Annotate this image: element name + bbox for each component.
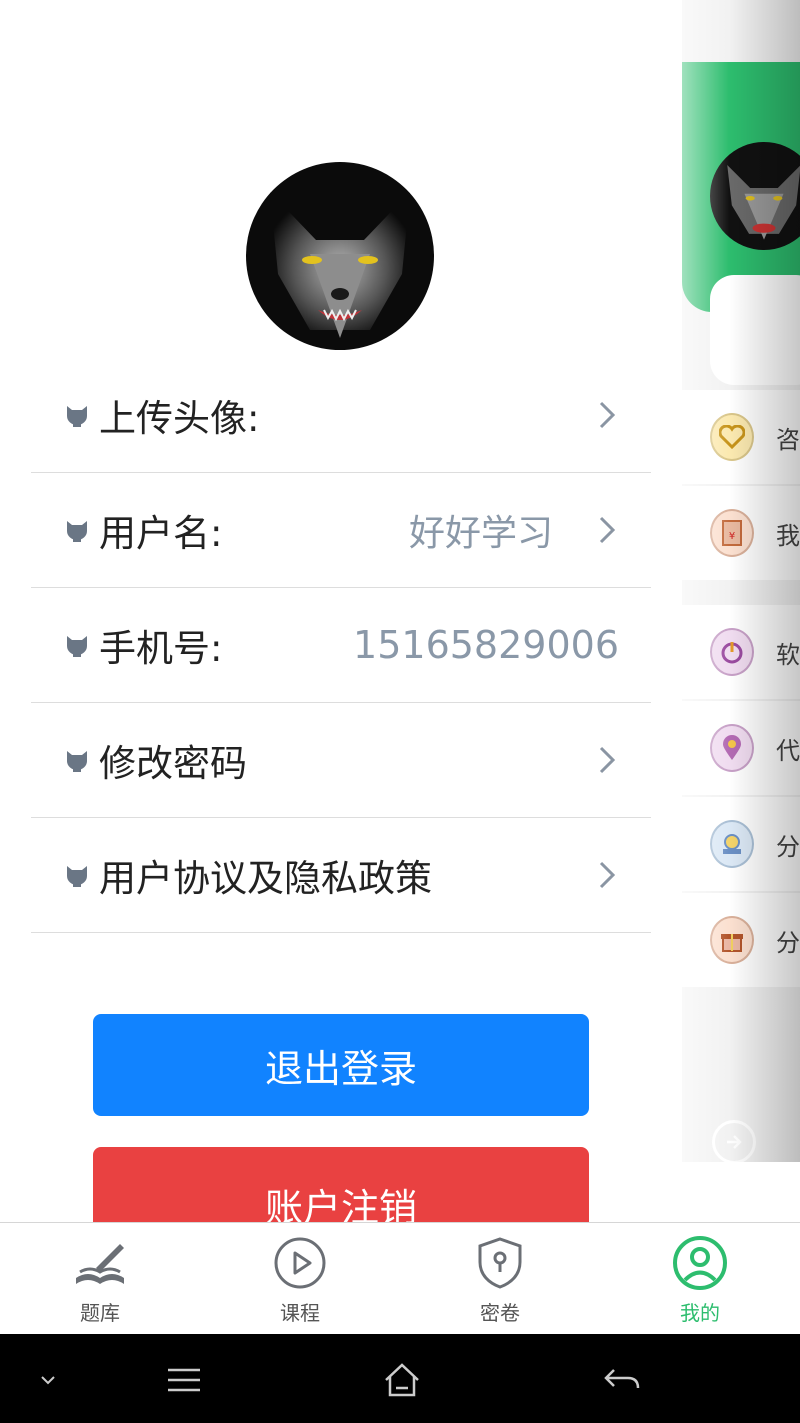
cat-icon xyxy=(67,521,87,542)
play-circle-icon xyxy=(272,1235,328,1291)
menu-label: 上传头像: xyxy=(99,397,260,440)
avatar[interactable] xyxy=(246,162,434,350)
chevron-right-icon xyxy=(599,861,616,889)
tab-label: 密卷 xyxy=(480,1301,520,1325)
bottom-tab-bar: 题库 课程 密卷 我的 xyxy=(0,1222,800,1335)
phone-value: 15165829006 xyxy=(353,623,619,667)
location-pin-icon xyxy=(710,724,754,772)
list-item[interactable]: 软 xyxy=(682,605,800,699)
menu-label: 手机号: xyxy=(99,627,223,670)
cat-icon xyxy=(67,636,87,657)
tab-label: 课程 xyxy=(280,1301,320,1325)
back-icon[interactable] xyxy=(598,1356,646,1404)
tab-courses[interactable]: 课程 xyxy=(200,1223,400,1335)
heart-icon xyxy=(710,413,754,461)
user-agreement-row[interactable]: 用户协议及隐私政策 xyxy=(31,818,651,933)
menu-icon[interactable] xyxy=(160,1356,208,1404)
main-page-peek[interactable]: 咨 ¥ 我 软 代 分 分 xyxy=(682,0,800,1162)
gift-icon xyxy=(710,916,754,964)
shield-lock-icon xyxy=(472,1235,528,1291)
system-nav-bar xyxy=(0,1334,800,1423)
cat-icon xyxy=(67,406,87,427)
username-row[interactable]: 用户名: 好好学习 xyxy=(31,473,651,588)
profile-menu: 上传头像: 用户名: 好好学习 手机号: 15165829006 修改密码 用户… xyxy=(31,358,651,933)
home-icon[interactable] xyxy=(378,1356,426,1404)
cat-icon xyxy=(67,751,87,772)
username-value: 好好学习 xyxy=(408,513,553,554)
upload-avatar-row[interactable]: 上传头像: xyxy=(31,358,651,473)
chevron-right-icon xyxy=(599,401,616,429)
tab-label: 题库 xyxy=(80,1301,120,1325)
chevron-right-icon xyxy=(599,746,616,774)
user-circle-icon xyxy=(672,1235,728,1291)
cat-icon xyxy=(67,866,87,887)
tab-question-bank[interactable]: 题库 xyxy=(0,1223,200,1335)
list-item[interactable]: 分 xyxy=(682,797,800,891)
side-drawer: 上传头像: 用户名: 好好学习 手机号: 15165829006 修改密码 用户… xyxy=(0,0,682,1257)
change-password-row[interactable]: 修改密码 xyxy=(31,703,651,818)
list-item[interactable]: 咨 xyxy=(682,390,800,484)
red-envelope-icon: ¥ xyxy=(710,509,754,557)
tab-secret-papers[interactable]: 密卷 xyxy=(400,1223,600,1335)
chevron-right-icon xyxy=(599,516,616,544)
chevron-down-icon[interactable] xyxy=(24,1356,72,1404)
list-item[interactable]: 分 xyxy=(682,893,800,987)
profile-card xyxy=(710,275,800,385)
logout-button[interactable]: 退出登录 xyxy=(93,1014,589,1116)
money-globe-icon xyxy=(710,820,754,868)
menu-label: 修改密码 xyxy=(99,742,247,785)
power-icon xyxy=(710,628,754,676)
list-item[interactable]: ¥ 我 xyxy=(682,486,800,580)
svg-text:¥: ¥ xyxy=(729,531,735,542)
book-pen-icon xyxy=(72,1235,128,1291)
tab-label: 我的 xyxy=(680,1301,720,1325)
phone-row: 手机号: 15165829006 xyxy=(31,588,651,703)
menu-label: 用户名: xyxy=(99,512,223,555)
list-item[interactable]: 代 xyxy=(682,701,800,795)
menu-label: 用户协议及隐私政策 xyxy=(99,857,432,900)
arrow-right-icon[interactable] xyxy=(712,1120,756,1162)
tab-mine[interactable]: 我的 xyxy=(600,1223,800,1335)
